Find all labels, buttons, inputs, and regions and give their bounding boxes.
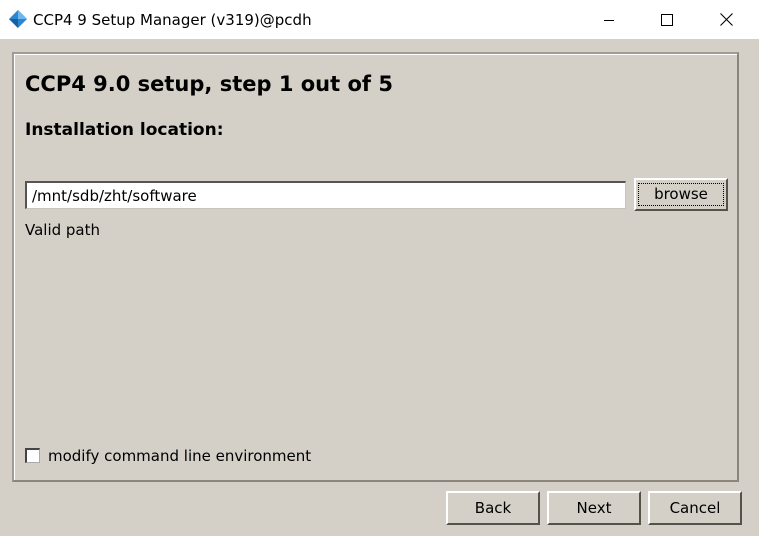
minimize-button[interactable] [580, 0, 638, 39]
cancel-button[interactable]: Cancel [648, 491, 742, 525]
browse-button[interactable]: browse [634, 178, 728, 211]
next-button[interactable]: Next [547, 491, 641, 525]
browse-button-label: browse [638, 183, 724, 206]
minimize-icon [604, 19, 614, 21]
maximize-button[interactable] [638, 0, 696, 39]
maximize-icon [661, 13, 673, 26]
modify-env-checkbox-label[interactable]: modify command line environment [48, 446, 311, 466]
path-status-text: Valid path [25, 221, 101, 239]
modify-env-checkbox[interactable] [25, 448, 40, 463]
ccp4-diamond-icon [9, 10, 27, 28]
title-bar[interactable]: CCP4 9 Setup Manager (v319)@pcdh [0, 0, 759, 39]
page-title: CCP4 9.0 setup, step 1 out of 5 [25, 72, 393, 96]
window-title: CCP4 9 Setup Manager (v319)@pcdh [33, 11, 312, 29]
setup-panel [12, 52, 739, 482]
close-button[interactable] [697, 0, 755, 39]
installation-path-input[interactable] [25, 181, 626, 209]
close-icon [719, 13, 733, 26]
back-button[interactable]: Back [446, 491, 540, 525]
installation-location-label: Installation location: [25, 120, 224, 140]
